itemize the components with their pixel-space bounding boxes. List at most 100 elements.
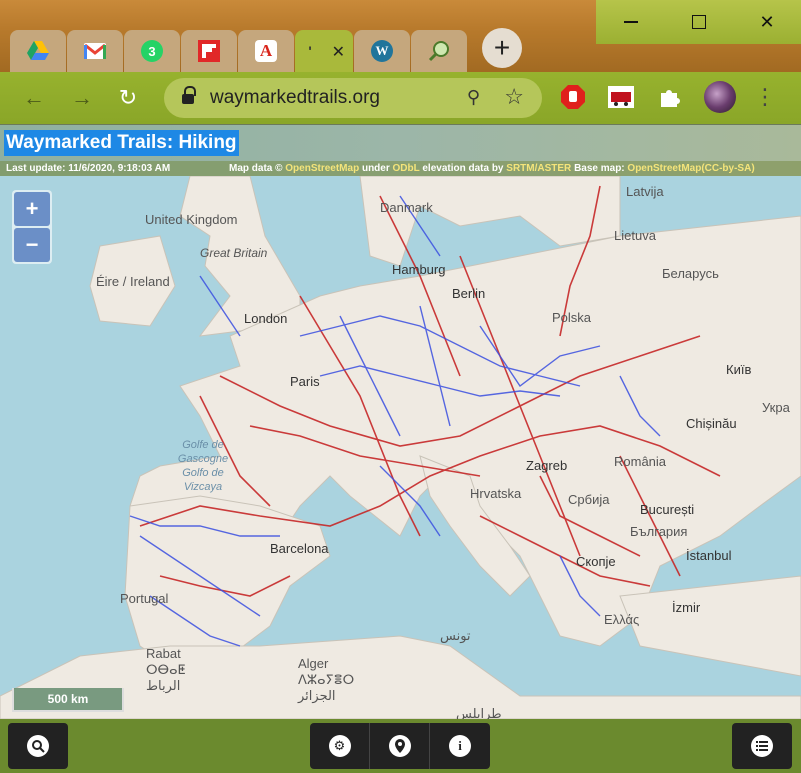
zoom-in-button[interactable]: +: [14, 192, 50, 226]
url-text[interactable]: waymarkedtrails.org: [210, 87, 380, 109]
label-istanbul: İstanbul: [686, 548, 732, 563]
land-layer: [0, 176, 801, 719]
arrow-right-icon: →: [71, 85, 93, 110]
map-scale: 500 km: [12, 688, 124, 712]
whatsapp-icon: 3: [141, 40, 163, 62]
puzzle-icon: [661, 90, 680, 107]
minimize-icon: [624, 21, 638, 23]
new-tab-button[interactable]: +: [482, 28, 522, 68]
adblock-extension-button[interactable]: [560, 84, 586, 110]
label-skopje: Скопје: [576, 554, 616, 569]
label-izmir: İzmir: [672, 600, 701, 615]
label-tunis: تونس: [440, 628, 471, 643]
info-icon: i: [449, 735, 471, 757]
label-paris: Paris: [290, 374, 320, 389]
attr-under: under: [361, 163, 390, 174]
hand-stop-icon: [561, 85, 585, 109]
label-rabat: Rabat ⵔⴱⴰⵟ الرباط: [146, 646, 186, 693]
srtm-link[interactable]: SRTM/ASTER: [506, 163, 571, 174]
back-button[interactable]: ←: [16, 80, 52, 116]
zoom-control: + −: [12, 190, 52, 264]
map-attribution: Map data © OpenStreetMap under ODbL elev…: [229, 161, 755, 177]
location-button[interactable]: [370, 723, 430, 769]
map-pin-icon: [388, 735, 411, 757]
label-ireland: Éire / Ireland: [96, 274, 170, 289]
magnifier-tab-icon: [428, 41, 449, 62]
forward-button[interactable]: →: [64, 80, 100, 116]
route-list-button[interactable]: [732, 723, 792, 769]
label-zagreb: Zagreb: [526, 458, 568, 473]
label-ellas: Ελλάς: [604, 612, 640, 627]
list-icon: [751, 735, 773, 757]
label-bulgaria: България: [630, 524, 688, 539]
maximize-icon: [692, 15, 706, 29]
label-romania: România: [614, 454, 667, 469]
browser-toolbar: ← → ↻ waymarkedtrails.org ⚲ ☆ ⋮: [0, 72, 801, 124]
label-kyiv: Київ: [726, 362, 752, 377]
attribution-bar: Last update: 11/6/2020, 9:18:03 AM Map d…: [0, 161, 801, 177]
attr-base: Base map:: [574, 163, 625, 174]
label-chisinau: Chișinău: [686, 416, 737, 431]
license-link[interactable]: (CC-by-SA): [701, 163, 754, 174]
label-hrvatska: Hrvatska: [470, 486, 522, 501]
osm-base-link[interactable]: OpenStreetMap: [627, 163, 701, 174]
tab-acrobat[interactable]: A: [238, 30, 294, 72]
close-icon: ✕: [759, 11, 775, 32]
tab-google-drive[interactable]: [10, 30, 66, 72]
reload-button[interactable]: ↻: [110, 80, 146, 116]
maximize-button[interactable]: [665, 0, 733, 44]
attr-map-data: Map data ©: [229, 163, 283, 174]
tab-waymarked-trails[interactable]: ' ✕: [295, 30, 353, 72]
gear-icon: ⚙: [328, 735, 351, 757]
flipboard-icon: [198, 40, 220, 62]
tab-magnifier[interactable]: [411, 30, 467, 72]
label-polska: Polska: [552, 310, 592, 325]
browser-titlebar: 3 A ' ✕ W + ✕: [0, 0, 801, 72]
label-uk: United Kingdom: [145, 212, 238, 227]
label-tripoli: طرابلس: [456, 706, 502, 719]
label-srbija: Србија: [568, 492, 610, 507]
browser-menu-button[interactable]: ⋮: [752, 84, 778, 110]
osm-link[interactable]: OpenStreetMap: [285, 163, 359, 174]
odbl-link[interactable]: ODbL: [393, 163, 420, 174]
google-drive-icon: [27, 41, 49, 60]
tab-flipboard[interactable]: [181, 30, 237, 72]
close-window-button[interactable]: ✕: [733, 0, 801, 44]
label-latvija: Latvija: [626, 184, 664, 199]
reload-icon: ↻: [118, 85, 138, 110]
label-ukraine: Укра: [762, 400, 790, 415]
label-hamburg: Hamburg: [392, 262, 446, 277]
search-zoom-icon[interactable]: ⚲: [467, 87, 480, 108]
minimize-button[interactable]: [597, 0, 665, 44]
wordpress-icon: W: [371, 40, 393, 62]
settings-button[interactable]: ⚙: [310, 723, 370, 769]
close-tab-icon[interactable]: ✕: [332, 42, 345, 62]
tab-whatsapp[interactable]: 3: [124, 30, 180, 72]
extensions-button[interactable]: [656, 84, 682, 110]
center-tools-group: ⚙ i: [310, 723, 490, 769]
zoom-out-button[interactable]: −: [14, 228, 50, 262]
label-gb: Great Britain: [200, 246, 268, 260]
label-belarus: Беларусь: [662, 266, 719, 281]
list-group: [732, 723, 792, 769]
search-group: [8, 723, 68, 769]
label-portugal: Portugal: [120, 591, 169, 606]
last-update-text: Last update: 11/6/2020, 9:18:03 AM: [6, 163, 171, 174]
tab-wordpress[interactable]: W: [354, 30, 410, 72]
train-extension-button[interactable]: [608, 84, 634, 110]
bookmark-star-icon[interactable]: ☆: [504, 84, 524, 110]
search-button[interactable]: [8, 723, 68, 769]
map-view[interactable]: United Kingdom Great Britain Éire / Irel…: [0, 176, 801, 719]
tab-strip: 3 A ' ✕ W +: [10, 22, 522, 72]
info-button[interactable]: i: [430, 723, 490, 769]
map-canvas[interactable]: [0, 176, 801, 719]
bottom-toolbar: ⚙ i: [0, 719, 801, 773]
site-header: Waymarked Trails: Hiking Last update: 11…: [0, 124, 801, 177]
lock-icon[interactable]: [182, 86, 196, 105]
tab-gmail[interactable]: [67, 30, 123, 72]
profile-avatar[interactable]: [704, 81, 736, 113]
address-bar[interactable]: waymarkedtrails.org ⚲ ☆: [164, 78, 542, 118]
train-icon: [608, 86, 634, 108]
search-icon: [27, 735, 49, 757]
page-title[interactable]: Waymarked Trails: Hiking: [4, 130, 239, 156]
